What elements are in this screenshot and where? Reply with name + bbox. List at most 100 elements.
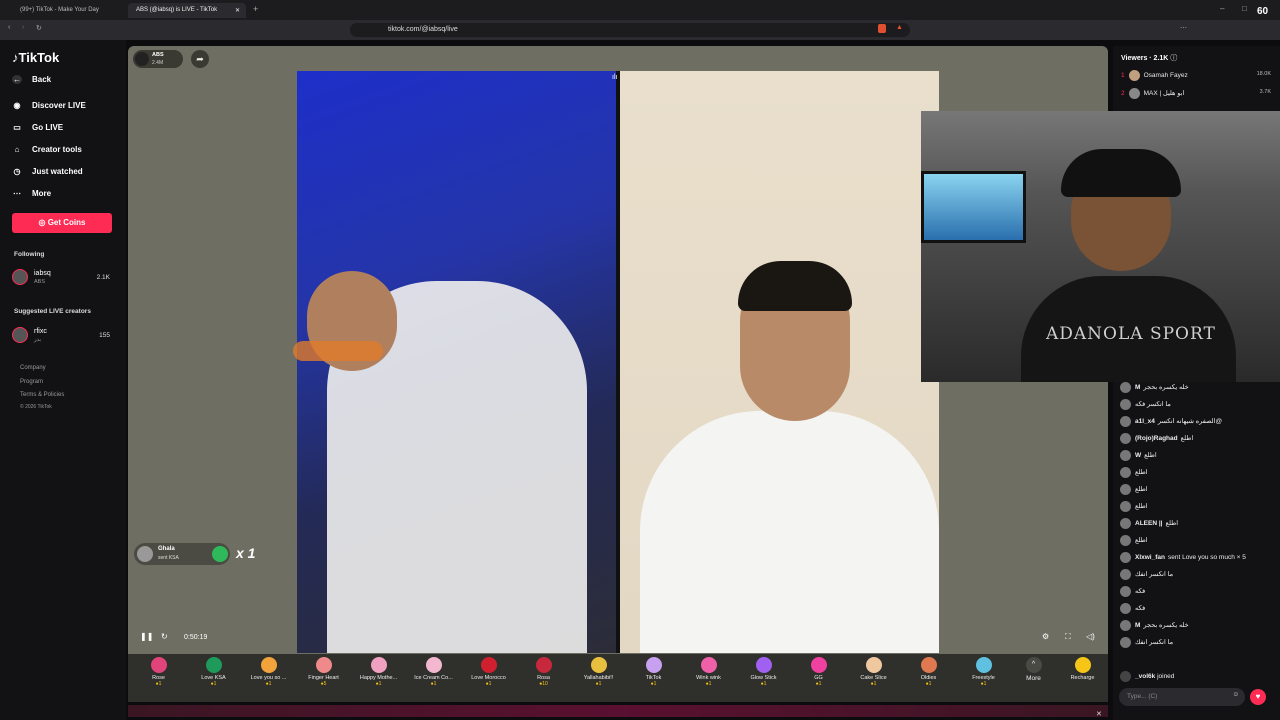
gift-price: 1 [268,681,272,687]
close-tab-icon[interactable]: ✕ [235,7,240,14]
footer-company[interactable]: Company [20,362,64,376]
chat-user[interactable]: Xlxwi_fan [1135,554,1165,561]
gift-item[interactable]: Wink wink ●1 [681,657,736,687]
avatar[interactable] [1120,586,1131,597]
gift-item[interactable]: GG ●1 [791,657,846,687]
tab-label: (99+) TikTok - Make Your Day [20,7,99,13]
share-icon[interactable]: ➦ [191,50,209,68]
gift-item[interactable]: Glow Stick ●1 [736,657,791,687]
rewards-icon[interactable]: ▲ [896,24,903,31]
avatar[interactable] [1120,637,1131,648]
settings-icon[interactable]: ⚙ [1042,632,1049,641]
avatar[interactable] [1120,552,1131,563]
streamer-webcam-overlay: ADANOLA SPORT [921,111,1280,382]
browser-tab-active[interactable]: ABS (@iabsq) is LIVE - TikTok ✕ [128,3,246,18]
history-icon: ◷ [13,167,21,176]
reload-icon[interactable]: ↻ [36,24,42,32]
url-field[interactable]: tiktok.com/@iabsq/live [350,23,910,37]
chat-message: ALEEN || اطلع [1120,518,1270,529]
nav-more[interactable]: ⋯ More [12,189,51,198]
creator-name: iabsq [34,270,51,277]
nav-creator-tools[interactable]: ⌂ Creator tools [12,145,82,154]
extensions-icon[interactable]: ⋯ [1180,24,1187,32]
more-gifts-button[interactable]: ^ More [1006,657,1061,682]
avatar[interactable] [1120,484,1131,495]
avatar[interactable] [1120,569,1131,580]
pause-icon[interactable]: ❚❚ [140,632,153,641]
tiktok-logo[interactable]: ♪TikTok [12,50,59,65]
volume-icon[interactable]: ◁) [1086,632,1095,641]
minimize-icon[interactable]: – [1220,4,1224,13]
nav-just-watched[interactable]: ◷ Just watched [12,167,83,176]
gift-icon [975,657,992,673]
viewer-row[interactable]: 1 Osamah Fayez 18.0K [1121,70,1271,82]
fullscreen-icon[interactable]: ⛶ [1065,632,1071,642]
gift-item[interactable]: Love KSA ●1 [186,657,241,687]
close-strip-icon[interactable]: ✕ [1096,710,1102,718]
gift-item[interactable]: Yallahabibi!! ●1 [571,657,626,687]
chat-message: فكه [1120,603,1270,614]
gift-item[interactable]: Happy Mothe... ●1 [351,657,406,687]
viewer-row[interactable]: 2 MAX | ابو هليل 3.7K [1121,88,1271,100]
avatar[interactable] [1120,416,1131,427]
avatar[interactable] [1120,433,1131,444]
gift-item[interactable]: Finger Heart ●5 [296,657,351,687]
gift-item[interactable]: Love Morocco ●1 [461,657,516,687]
nav-discover-live[interactable]: ◉ Discover LIVE [12,101,86,110]
get-coins-button[interactable]: ◎ Get Coins [12,213,112,233]
recharge-button[interactable]: Recharge [1055,657,1110,681]
chat-input[interactable]: Type... (C) ☺ [1119,688,1245,706]
avatar[interactable] [1120,399,1131,410]
avatar[interactable] [1120,450,1131,461]
chat-user[interactable]: ALEEN || [1135,520,1162,527]
gift-item[interactable]: Oldies ●1 [901,657,956,687]
host-name: ABS [152,52,164,58]
chat-user[interactable]: M [1135,384,1140,391]
avatar[interactable] [1120,382,1131,393]
brave-shield-icon[interactable] [878,24,886,33]
heart-icon: ♥ [1255,692,1261,701]
suggested-item[interactable]: rfixc بدر 155 [12,327,116,349]
nav-go-live[interactable]: ▭ Go LIVE [12,123,63,132]
footer-terms[interactable]: Terms & Policies [20,389,64,403]
emoji-icon[interactable]: ☺ [1232,691,1239,698]
like-heart-button[interactable]: ♥ [1250,689,1266,705]
maximize-icon[interactable]: □ [1242,4,1247,13]
refresh-icon[interactable]: ↻ [161,632,168,641]
creator-sub: بدر [34,337,42,343]
gift-item[interactable]: Rosa ●10 [516,657,571,687]
avatar[interactable] [1120,518,1131,529]
chat-user[interactable]: W [1135,452,1141,459]
gift-item[interactable]: Cake Slice ●1 [846,657,901,687]
back-link[interactable]: ← Back [12,75,51,84]
chat-text: اطلع [1180,435,1194,443]
gift-item[interactable]: Love you so ... ●1 [241,657,296,687]
avatar [12,327,28,343]
gift-item[interactable]: Freestyle ●1 [956,657,1011,687]
browser-tab[interactable]: (99+) TikTok - Make Your Day [12,3,124,18]
chat-user[interactable]: a1l_x4 [1135,418,1155,425]
join-text: joined [1157,673,1175,681]
gift-sender: Ghala [158,546,175,552]
gift-item[interactable]: Rose ●1 [131,657,186,687]
back-nav-icon[interactable]: ‹ [8,24,10,31]
gift-item[interactable]: Ice Cream Co... ●1 [406,657,461,687]
gift-icon [260,657,277,673]
gift-icon [755,657,772,673]
avatar[interactable] [1120,501,1131,512]
nav-label: Creator tools [32,145,82,154]
chat-user[interactable]: M [1135,622,1140,629]
avatar[interactable] [1120,535,1131,546]
gift-item[interactable]: TikTok ●1 [626,657,681,687]
chat-user[interactable]: (Rojo)Raghad [1135,435,1178,442]
joined-row: _vol6k joined [1120,671,1270,682]
forward-nav-icon[interactable]: › [22,24,24,31]
avatar[interactable] [1120,620,1131,631]
avatar[interactable] [1120,603,1131,614]
following-item[interactable]: iabsq ABS 2.1K [12,269,116,291]
avatar[interactable] [1120,467,1131,478]
new-tab-icon[interactable]: + [253,4,258,14]
info-icon[interactable]: ⓘ [1170,55,1177,62]
footer-program[interactable]: Program [20,376,64,390]
host-chip[interactable]: ABS 2.4M [133,50,183,68]
